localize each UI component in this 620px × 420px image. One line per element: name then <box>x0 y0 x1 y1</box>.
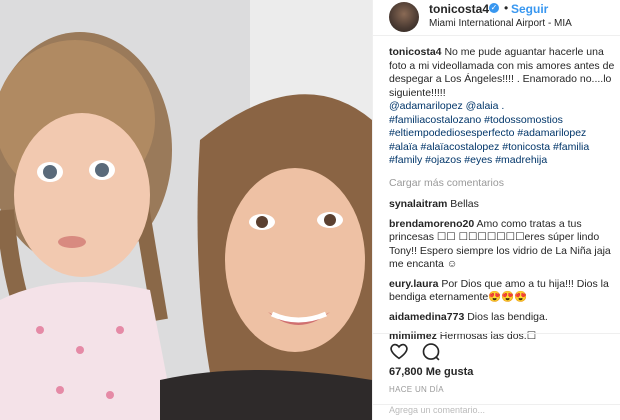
like-count[interactable]: 67,800 Me gusta <box>389 366 473 378</box>
comment-item: synalaitram Bellas <box>389 198 615 212</box>
location-link[interactable]: Miami International Airport - MIA <box>429 18 572 29</box>
post-header: tonicosta4 ✓ • Seguir Miami Internationa… <box>373 0 620 36</box>
comment-username[interactable]: aidamedina773 <box>389 311 464 323</box>
caption-hashtags-2[interactable]: #eltiempodediosesperfecto #adamarilopez <box>389 127 586 139</box>
comment-username[interactable]: eury.laura <box>389 278 438 290</box>
post-timestamp: HACE UN DÍA <box>389 385 444 394</box>
caption: tonicosta4 No me pude aguantar hacerle u… <box>389 46 615 168</box>
selfie-image <box>0 0 372 420</box>
post-username[interactable]: tonicosta4 <box>429 2 489 16</box>
caption-hashtags-3[interactable]: #alaïa #alaïacostalopez #tonicosta #fami… <box>389 141 589 153</box>
comment-item: eury.laura Por Dios que amo a tu hija!!!… <box>389 278 615 305</box>
comment-text: Bellas <box>450 198 479 210</box>
add-comment-input[interactable]: Agrega un comentario... <box>373 404 620 420</box>
caption-username[interactable]: tonicosta4 <box>389 46 442 58</box>
heart-icon[interactable] <box>389 342 409 365</box>
comment-text: Dios las bendiga. <box>467 310 548 323</box>
load-more-comments-button[interactable]: Cargar más comentarios <box>389 177 615 191</box>
avatar[interactable] <box>389 2 419 32</box>
comment-bubble-icon[interactable] <box>421 342 441 367</box>
comment-username[interactable]: synalaitram <box>389 198 447 210</box>
verified-badge-icon: ✓ <box>489 3 499 13</box>
follow-button[interactable]: Seguir <box>511 2 548 16</box>
instagram-post: tonicosta4 ✓ • Seguir Miami Internationa… <box>0 0 620 420</box>
post-side-panel: tonicosta4 ✓ • Seguir Miami Internationa… <box>372 0 620 420</box>
separator-dot: • <box>504 1 509 15</box>
comment-item: aidamedina773 Dios las bendiga. <box>389 311 615 325</box>
caption-mentions[interactable]: @adamarilopez @alaia . <box>389 100 504 112</box>
caption-hashtags-1[interactable]: #familiacostalozano #todossomostios <box>389 114 563 126</box>
caption-hashtags-4[interactable]: #family #ojazos #eyes #madrehija <box>389 154 547 166</box>
comment-username[interactable]: brendamoreno20 <box>389 218 474 230</box>
post-photo[interactable] <box>0 0 372 420</box>
comment-item: brendamoreno20 Amo como tratas a tus pri… <box>389 218 615 272</box>
comments-list: tonicosta4 No me pude aguantar hacerle u… <box>389 46 615 350</box>
